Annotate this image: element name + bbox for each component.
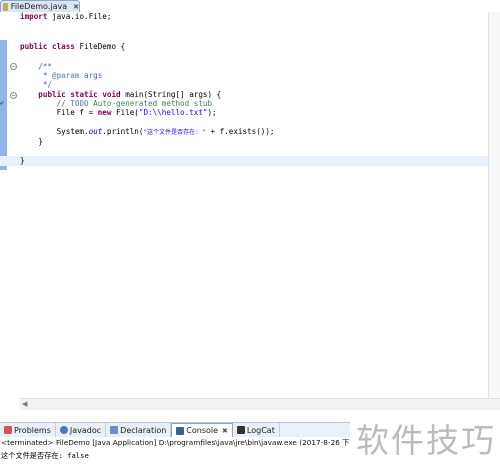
current-line: } [0,156,488,166]
code-editor[interactable]: ✔ − − import java.io.File; public class … [0,12,500,410]
editor-tab-label: FileDemo.java [10,2,68,11]
declaration-icon [110,426,119,434]
logcat-icon [236,426,245,434]
java-file-icon [3,2,8,11]
editor-tab-filedemo[interactable]: FileDemo.java ✖ [0,0,80,12]
fold-collapse-icon[interactable]: − [10,63,17,70]
tab-problems[interactable]: Problems [0,423,56,437]
code-line: import java.io.File; [20,12,112,21]
change-ruler: ✔ [0,12,7,410]
horizontal-scrollbar[interactable]: ◀ [20,398,500,410]
tab-logcat[interactable]: LogCat [233,423,280,437]
console-output: 这个文件是否存在: false [1,451,89,460]
code-line: public class FileDemo { [20,42,126,51]
view-tab-bar: Problems Javadoc Declaration Console ✖ L… [0,422,350,437]
code-line: } [20,137,43,146]
code-line: File f = new File("D:\\hello.txt"); [20,108,217,117]
editor-tab-strip: FileDemo.java ✖ [0,0,500,12]
close-icon[interactable]: ✖ [222,427,228,435]
fold-collapse-icon[interactable]: − [10,92,17,99]
override-marker-icon: ✔ [0,99,5,107]
tab-console[interactable]: Console ✖ [171,423,233,437]
fold-gutter: − − [7,12,20,410]
vertical-scrollbar[interactable] [488,12,500,410]
javadoc-icon [59,426,68,434]
tab-declaration[interactable]: Declaration [106,423,172,437]
console-status: <terminated> FileDemo [Java Application]… [1,438,350,447]
console-icon [176,426,185,435]
code-line: System.out.println("这个文件是否存在: " + f.exis… [20,127,275,136]
code-line: */ [20,80,53,89]
problems-icon [4,426,12,434]
watermark: 软件技巧 [356,421,496,460]
tab-javadoc[interactable]: Javadoc [56,423,107,437]
scroll-left-icon[interactable]: ◀ [22,400,27,408]
close-icon[interactable]: ✖ [73,3,79,11]
